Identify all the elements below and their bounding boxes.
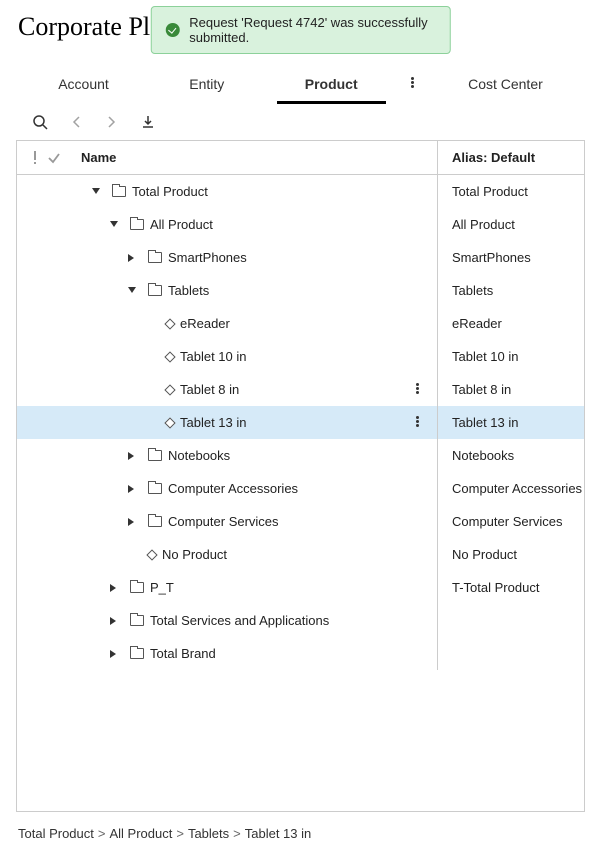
breadcrumb-item[interactable]: Tablets <box>188 826 229 841</box>
tree-row[interactable]: Total Services and Applications <box>17 604 584 637</box>
tree-row-alias: Computer Services <box>438 514 584 529</box>
tree-row-label: Total Brand <box>150 646 216 661</box>
tree-row[interactable]: No Product No Product <box>17 538 584 571</box>
tree-row-alias: eReader <box>438 316 584 331</box>
tree-row-label: Notebooks <box>168 448 230 463</box>
toast-text: Request 'Request 4742' was successfully … <box>189 15 436 45</box>
tree-row[interactable]: All Product All Product <box>17 208 584 241</box>
folder-icon <box>148 450 162 461</box>
breadcrumb: Total Product>All Product>Tablets>Tablet… <box>0 812 601 855</box>
hierarchy-grid: Name Alias: Default Total ProductTotal P… <box>16 140 585 812</box>
tree-row-alias: Tablet 13 in <box>438 415 584 430</box>
tree-row-label: Total Product <box>132 184 208 199</box>
row-actions-icon[interactable] <box>416 415 419 430</box>
tree-row-label: Tablet 8 in <box>180 382 239 397</box>
breadcrumb-separator: > <box>98 826 106 841</box>
folder-icon <box>130 219 144 230</box>
toolbar <box>0 104 601 140</box>
tree-row-label: eReader <box>180 316 230 331</box>
tree-row[interactable]: Computer Services Computer Services <box>17 505 584 538</box>
tree-row[interactable]: Computer Accessories Computer Accessories <box>17 472 584 505</box>
chevron-down-icon[interactable] <box>128 287 136 295</box>
check-circle-icon <box>165 23 179 37</box>
column-alias[interactable]: Alias: Default <box>438 141 584 174</box>
chevron-down-icon[interactable] <box>110 221 118 229</box>
folder-icon <box>130 648 144 659</box>
toast-success: Request 'Request 4742' was successfully … <box>150 6 451 54</box>
tab-entity[interactable]: Entity <box>149 66 264 104</box>
tree-row-label: Tablet 13 in <box>180 415 247 430</box>
breadcrumb-separator: > <box>176 826 184 841</box>
chevron-down-icon[interactable] <box>92 188 100 196</box>
tree-row-label: Computer Services <box>168 514 279 529</box>
tree-row[interactable]: Total Brand <box>17 637 584 670</box>
folder-icon <box>130 615 144 626</box>
chevron-right-icon[interactable] <box>110 584 118 592</box>
member-icon <box>164 417 175 428</box>
folder-icon <box>148 252 162 263</box>
tree-row-label: Tablet 10 in <box>180 349 247 364</box>
tree-row-label: P_T <box>150 580 174 595</box>
breadcrumb-separator: > <box>233 826 241 841</box>
member-icon <box>164 351 175 362</box>
tree-row-alias: Tablet 10 in <box>438 349 584 364</box>
chevron-right-icon[interactable] <box>128 518 136 526</box>
grid-header: Name Alias: Default <box>17 141 584 175</box>
folder-icon <box>112 186 126 197</box>
chevron-right-icon[interactable] <box>128 485 136 493</box>
tree-row-label: Total Services and Applications <box>150 613 329 628</box>
tree-row-label: Tablets <box>168 283 209 298</box>
member-icon <box>164 384 175 395</box>
prev-icon[interactable] <box>72 116 82 128</box>
tree-row[interactable]: Tablets Tablets <box>17 274 584 307</box>
tabs-overflow-icon[interactable] <box>398 66 428 104</box>
tree-row[interactable]: SmartPhones SmartPhones <box>17 241 584 274</box>
check-column-icon <box>47 152 61 164</box>
search-icon[interactable] <box>32 114 48 130</box>
tree-row-label: All Product <box>150 217 213 232</box>
folder-icon <box>148 483 162 494</box>
download-icon[interactable] <box>140 114 156 130</box>
tree-row-alias: Tablet 8 in <box>438 382 584 397</box>
tree-row[interactable]: Notebooks Notebooks <box>17 439 584 472</box>
next-icon[interactable] <box>106 116 116 128</box>
tree-row-label: No Product <box>162 547 227 562</box>
tree-row-alias: All Product <box>438 217 584 232</box>
grid-body: Total ProductTotal ProductAll ProductAll… <box>17 175 584 811</box>
tree-row-alias: T-Total Product <box>438 580 584 595</box>
tree-row[interactable]: Tablet 8 in Tablet 8 in <box>17 373 584 406</box>
tree-row-label: SmartPhones <box>168 250 247 265</box>
folder-icon <box>148 285 162 296</box>
chevron-right-icon[interactable] <box>110 617 118 625</box>
warning-column-icon <box>33 151 37 165</box>
tree-row-alias: Notebooks <box>438 448 584 463</box>
chevron-right-icon[interactable] <box>128 452 136 460</box>
column-name[interactable]: Name <box>77 141 438 174</box>
member-icon <box>146 549 157 560</box>
chevron-right-icon[interactable] <box>110 650 118 658</box>
tree-row[interactable]: Tablet 10 in Tablet 10 in <box>17 340 584 373</box>
folder-icon <box>130 582 144 593</box>
folder-icon <box>148 516 162 527</box>
breadcrumb-item[interactable]: All Product <box>109 826 172 841</box>
breadcrumb-item[interactable]: Tablet 13 in <box>245 826 312 841</box>
row-actions-icon[interactable] <box>416 382 419 397</box>
tree-row-alias: Tablets <box>438 283 584 298</box>
tree-row[interactable]: P_T T-Total Product <box>17 571 584 604</box>
dimension-tabs: AccountEntityProduct Cost Center <box>0 66 601 104</box>
tree-row[interactable]: Tablet 13 in Tablet 13 in <box>17 406 584 439</box>
tab-account[interactable]: Account <box>18 66 149 104</box>
chevron-right-icon[interactable] <box>128 254 136 262</box>
tab-cost-center[interactable]: Cost Center <box>428 66 583 104</box>
tree-row-alias: No Product <box>438 547 584 562</box>
tree-row-alias: SmartPhones <box>438 250 584 265</box>
tree-row[interactable]: eReader eReader <box>17 307 584 340</box>
member-icon <box>164 318 175 329</box>
tree-row[interactable]: Total Product Total Product <box>17 175 584 208</box>
tree-row-label: Computer Accessories <box>168 481 298 496</box>
tab-product[interactable]: Product <box>265 66 398 104</box>
tree-row-alias: Total Product <box>438 184 584 199</box>
tree-row-alias: Computer Accessories <box>438 481 584 496</box>
breadcrumb-item[interactable]: Total Product <box>18 826 94 841</box>
